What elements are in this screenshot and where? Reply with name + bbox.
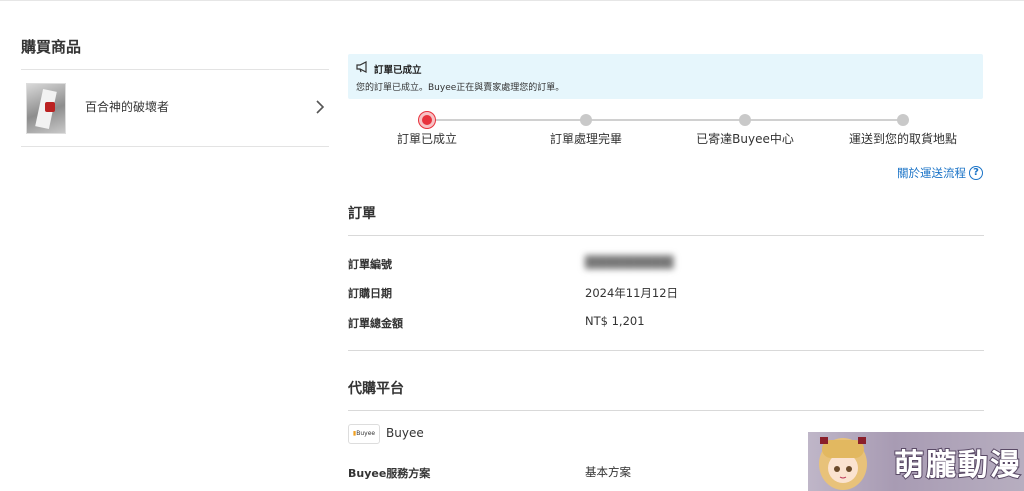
product-name: 百合神的破壞者 (85, 100, 170, 114)
order-date-label: 訂購日期 (348, 287, 392, 300)
progress-step-dot-4 (897, 114, 909, 126)
purchased-items-title: 購買商品 (21, 38, 82, 56)
progress-step-label-1: 訂單已成立 (396, 132, 458, 146)
notice-title: 訂單已成立 (374, 65, 422, 76)
platform-name: Buyee (386, 426, 424, 440)
order-progress-tracker: 訂單已成立 訂單處理完畢 已寄達Buyee中心 運送到您的取貨地點 (348, 112, 983, 152)
order-section-divider (348, 350, 984, 351)
progress-step-label-3: 已寄達Buyee中心 (696, 132, 794, 146)
shipping-flow-link[interactable]: 關於運送流程 (897, 165, 966, 181)
buyee-logo: ▮Buyee (348, 424, 380, 444)
progress-step-dot-2 (580, 114, 592, 126)
order-date-value: 2024年11月12日 (585, 286, 679, 300)
anime-character-illustration (819, 437, 867, 490)
product-list-item[interactable]: 百合神的破壞者 (21, 69, 329, 147)
progress-step-label-2: 訂單處理完畢 (549, 132, 623, 146)
product-thumbnail (26, 83, 66, 134)
service-plan-label: Buyee服務方案 (348, 467, 431, 480)
progress-step-label-4: 運送到您的取貨地點 (848, 132, 958, 146)
progress-line (427, 119, 903, 121)
order-title-divider (348, 235, 984, 236)
order-notice-banner: 訂單已成立 您的訂單已成立。Buyee正在與賣家處理您的訂單。 (348, 54, 983, 99)
platform-section-title: 代購平台 (348, 381, 404, 397)
order-total-value: NT$ 1,201 (585, 314, 645, 328)
site-watermark: 萌朧動漫 (808, 432, 1024, 491)
megaphone-icon (356, 61, 367, 73)
order-number-value: ██████████ (585, 255, 674, 269)
top-border (0, 0, 1024, 1)
chevron-right-icon (316, 100, 325, 114)
help-question-icon[interactable]: ? (969, 166, 983, 180)
buyee-logo-text: Buyee (356, 430, 376, 437)
order-number-label: 訂單編號 (348, 258, 392, 271)
platform-title-divider (348, 410, 984, 411)
service-plan-value: 基本方案 (585, 465, 631, 479)
notice-text: 您的訂單已成立。Buyee正在與賣家處理您的訂單。 (356, 83, 565, 93)
order-total-label: 訂單總金額 (348, 317, 403, 330)
progress-step-dot-1 (419, 112, 435, 128)
watermark-text: 萌朧動漫 (893, 447, 1022, 484)
progress-step-dot-3 (739, 114, 751, 126)
order-section-title: 訂單 (348, 206, 376, 222)
